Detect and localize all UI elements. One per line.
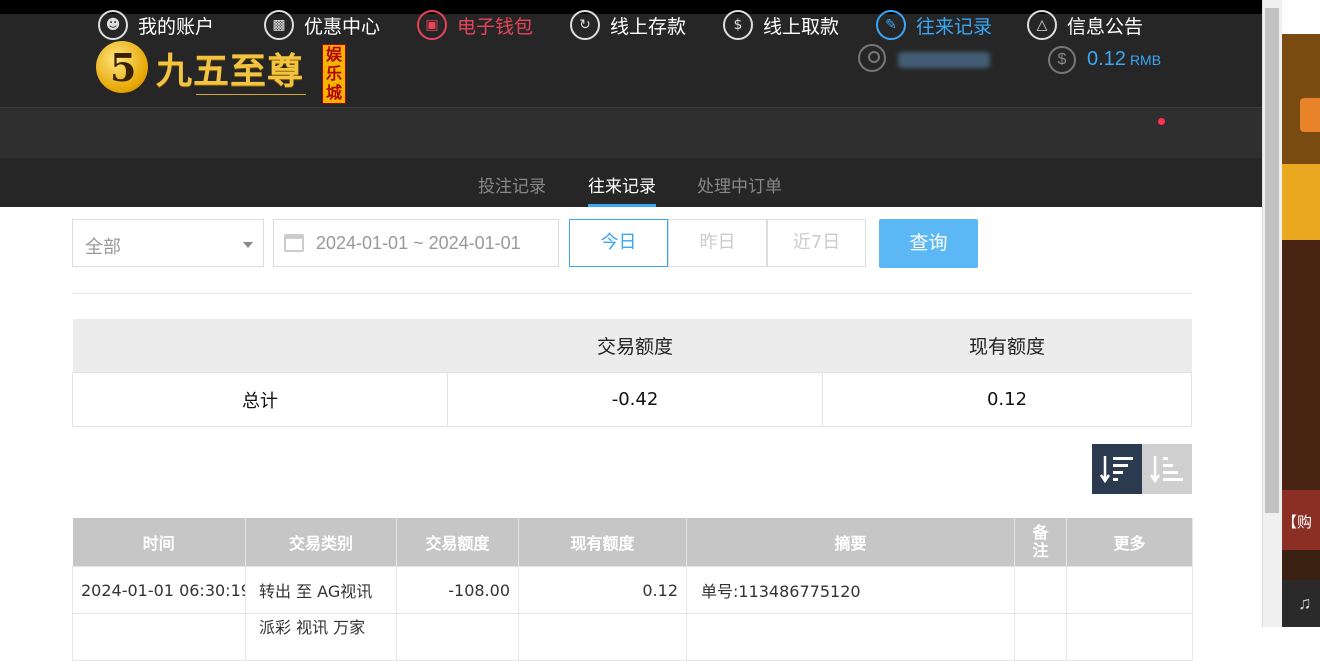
wallet-icon: ▣: [417, 10, 447, 40]
nav-promotions[interactable]: ▩ 优惠中心: [264, 9, 380, 41]
nav-label: 我的账户: [138, 15, 215, 38]
music-note-icon[interactable]: ♫: [1282, 580, 1320, 627]
cell-time: 2024-01-01 06:30:19: [72, 566, 246, 614]
cell-trade-amount: [396, 613, 519, 661]
side-banner-dark: [1282, 240, 1320, 490]
nav-my-account[interactable]: ☻ 我的账户: [98, 9, 214, 41]
sort-desc-icon: [1100, 456, 1133, 484]
records-icon: ✎: [876, 10, 906, 40]
nav-online-withdraw[interactable]: $ 线上取款: [723, 9, 839, 41]
summary-header-row: 交易额度 现有额度: [72, 319, 1192, 373]
nav-online-deposit[interactable]: ↻ 线上存款: [570, 9, 686, 41]
cell-more[interactable]: [1066, 566, 1193, 614]
cell-time: [72, 613, 246, 661]
scrollbar-thumb[interactable]: [1265, 8, 1279, 513]
cell-trade-amount: -108.00: [396, 566, 519, 614]
sort-desc-button[interactable]: [1092, 444, 1142, 494]
records-header-row: 时间 交易类别 交易额度 现有额度 摘要 备注 更多: [72, 518, 1193, 567]
cell-remark: [1014, 566, 1067, 614]
nav-announcements[interactable]: △ 信息公告: [1027, 9, 1143, 41]
nav-label: 优惠中心: [304, 15, 381, 38]
cell-type: 派彩 视讯 万家: [245, 613, 397, 661]
type-select[interactable]: 全部: [72, 219, 264, 267]
quick-7days-button[interactable]: 近7日: [767, 219, 866, 267]
cell-summary: [686, 613, 1015, 661]
logo-badge: 娱乐城: [322, 44, 346, 104]
col-remark: 备注: [1014, 518, 1067, 567]
tab-transaction-records[interactable]: 往来记录: [588, 172, 656, 207]
nav-label: 信息公告: [1067, 15, 1144, 38]
quick-yesterday-button[interactable]: 昨日: [668, 219, 767, 267]
dollar-icon: $: [1048, 46, 1076, 74]
col-type: 交易类别: [245, 518, 397, 567]
logo-emblem: 5: [96, 41, 148, 93]
deposit-icon: ↻: [570, 10, 600, 40]
table-row: 2024-01-01 06:30:19 转出 至 AG视讯 -108.00 0.…: [72, 566, 1193, 614]
main-nav: [0, 107, 1262, 159]
summary-header-trade: 交易额度: [447, 319, 823, 373]
side-promo-panel[interactable]: 【购 ♫: [1282, 0, 1320, 627]
side-banner-gold: [1282, 164, 1320, 240]
cell-current-amount: [518, 613, 687, 661]
cell-type: 转出 至 AG视讯: [245, 566, 397, 614]
col-trade-amount: 交易额度: [396, 518, 519, 567]
summary-trade-amount: -0.42: [447, 372, 823, 427]
nav-label: 线上取款: [763, 15, 840, 38]
balance-unit: RMB: [1129, 52, 1162, 68]
bell-icon: △: [1027, 10, 1057, 40]
type-select-value: 全部: [85, 237, 121, 258]
summary-row: 总计 -0.42 0.12: [72, 372, 1192, 427]
records-table: 时间 交易类别 交易额度 现有额度 摘要 备注 更多 2024-01-01 06…: [72, 518, 1193, 661]
sub-nav: 投注记录 往来记录 处理中订单: [0, 158, 1262, 207]
balance-display: 0.12 RMB: [1087, 48, 1161, 71]
cell-remark: [1014, 613, 1067, 661]
date-range-value: 2024-01-01 ~ 2024-01-01: [316, 233, 521, 253]
summary-header-empty: [72, 319, 448, 373]
balance-value: 0.12: [1087, 48, 1126, 70]
date-range-input[interactable]: 2024-01-01 ~ 2024-01-01: [273, 219, 559, 267]
withdraw-icon: $: [723, 10, 753, 40]
col-current-amount: 现有额度: [518, 518, 687, 567]
table-row: 派彩 视讯 万家: [72, 613, 1193, 661]
quick-today-button[interactable]: 今日: [569, 219, 668, 267]
gift-icon: ▩: [264, 10, 294, 40]
cell-more[interactable]: [1066, 613, 1193, 661]
col-summary: 摘要: [686, 518, 1015, 567]
summary-table: 交易额度 现有额度 总计 -0.42 0.12: [72, 319, 1192, 427]
tab-bet-records[interactable]: 投注记录: [478, 172, 546, 197]
query-button[interactable]: 查询: [879, 219, 978, 268]
divider: [72, 293, 1192, 294]
nav-e-wallet[interactable]: ▣ 电子钱包: [417, 9, 533, 41]
user-avatar-icon: [858, 44, 886, 72]
sort-asc-icon: [1150, 456, 1183, 484]
tab-pending-orders[interactable]: 处理中订单: [697, 172, 782, 197]
sort-asc-button[interactable]: [1142, 444, 1192, 494]
logo-flourish: [196, 94, 306, 99]
nav-label: 电子钱包: [457, 15, 534, 38]
summary-header-current: 现有额度: [822, 319, 1192, 373]
col-more: 更多: [1066, 518, 1193, 567]
nav-label: 线上存款: [610, 15, 687, 38]
side-panel-top: [1282, 0, 1320, 34]
calendar-icon: [284, 234, 304, 252]
notification-dot: [1158, 118, 1165, 125]
summary-total-label: 总计: [72, 372, 448, 427]
side-promo-text[interactable]: 【购: [1282, 490, 1320, 550]
username-redacted: [898, 52, 990, 68]
user-icon: ☻: [98, 10, 128, 40]
logo-text: 九五至尊: [156, 51, 305, 92]
cell-current-amount: 0.12: [518, 566, 687, 614]
col-time: 时间: [72, 518, 246, 567]
nav-transaction-records[interactable]: ✎ 往来记录: [876, 9, 992, 41]
cell-summary: 单号:113486775120: [686, 566, 1015, 614]
nav-label: 往来记录: [916, 15, 993, 38]
chevron-down-icon: [243, 242, 253, 248]
side-banner-brown: [1282, 34, 1320, 164]
summary-current-amount: 0.12: [822, 372, 1192, 427]
